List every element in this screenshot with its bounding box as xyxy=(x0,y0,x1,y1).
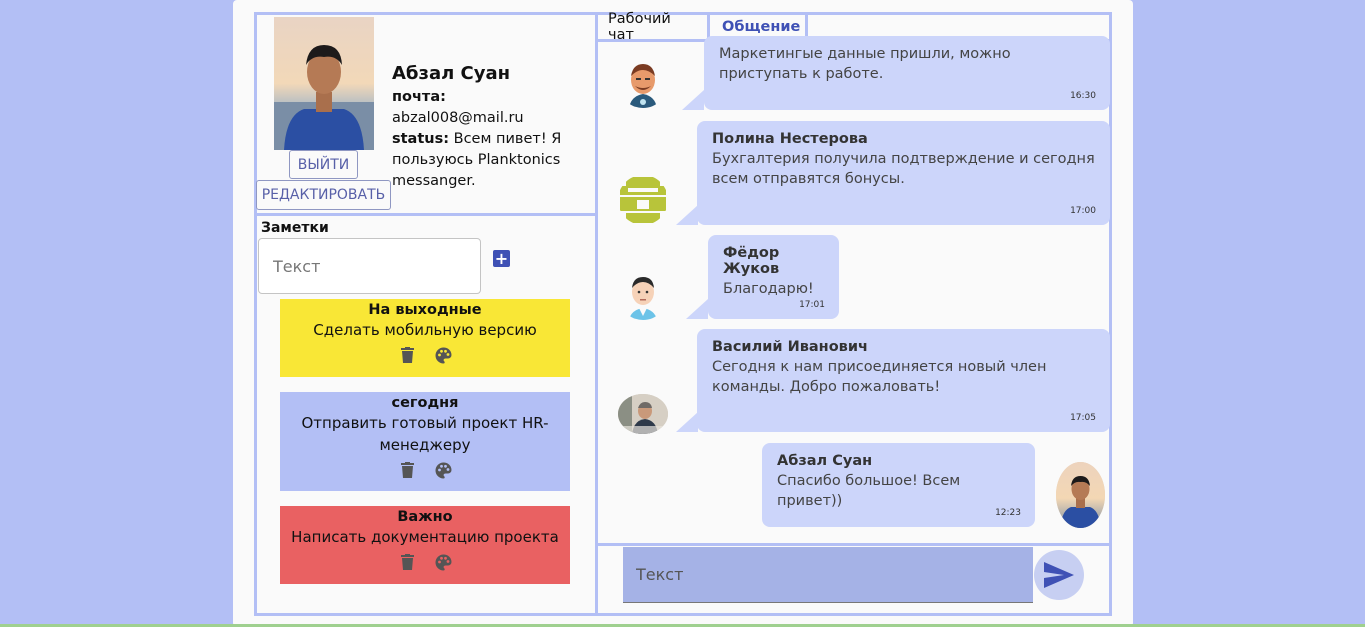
composer-divider xyxy=(598,543,1109,546)
email-label: почта: xyxy=(392,89,446,105)
logout-button[interactable]: ВЫЙТИ xyxy=(289,150,358,179)
palette-icon[interactable] xyxy=(434,553,452,571)
message-text: Бухгалтерия получила подтверждение и сег… xyxy=(712,151,1095,187)
bubble-tail xyxy=(676,412,698,432)
message-time: 16:30 xyxy=(1070,91,1096,101)
message-time: 17:05 xyxy=(1070,413,1096,423)
palette-icon[interactable] xyxy=(434,461,452,479)
avatar xyxy=(618,394,668,434)
notes-title: Заметки xyxy=(261,220,329,236)
bubble-tail xyxy=(686,299,708,319)
note-card: сегодня Отправить готовый проект HR-мене… xyxy=(280,392,570,491)
profile-photo xyxy=(274,17,374,150)
avatar xyxy=(1056,462,1105,528)
note-body: Написать документацию проекта xyxy=(291,528,559,546)
palette-icon[interactable] xyxy=(434,346,452,364)
trash-icon[interactable] xyxy=(398,346,416,364)
message-text: Сегодня к нам присоединяется новый член … xyxy=(712,359,1047,395)
note-title: Важно xyxy=(397,509,453,525)
message-time: 17:01 xyxy=(799,300,825,310)
message-bubble: Фёдор Жуков Благодарю! 17:01 xyxy=(708,235,839,319)
profile-notes-divider xyxy=(254,213,597,216)
message-input[interactable] xyxy=(623,547,1033,603)
bubble-tail xyxy=(682,90,704,110)
message-bubble: Полина Нестерова Бухгалтерия получила по… xyxy=(697,121,1110,225)
message-bubble: Маркетингые данные пришли, можно приступ… xyxy=(704,36,1110,110)
trash-icon[interactable] xyxy=(398,553,416,571)
avatar xyxy=(618,58,668,108)
note-title: На выходные xyxy=(368,302,482,318)
message-text: Спасибо большое! Всем привет)) xyxy=(777,473,961,509)
trash-icon[interactable] xyxy=(398,461,416,479)
note-body: Отправить готовый проект HR-менеджеру xyxy=(301,414,549,454)
note-card: На выходные Сделать мобильную версию xyxy=(280,299,570,377)
send-icon[interactable] xyxy=(1034,550,1084,600)
message-time: 17:00 xyxy=(1070,206,1096,216)
profile-email: abzal008@mail.ru xyxy=(392,110,524,126)
note-body: Сделать мобильную версию xyxy=(313,321,537,339)
status-label: status: xyxy=(392,131,450,147)
message-author: Фёдор Жуков xyxy=(723,245,780,277)
note-input[interactable] xyxy=(258,238,481,294)
note-title: сегодня xyxy=(391,395,459,411)
avatar xyxy=(618,175,668,225)
message-author: Абзал Суан xyxy=(777,453,873,469)
column-divider xyxy=(595,12,598,616)
message-author: Полина Нестерова xyxy=(712,131,868,147)
message-bubble-own: Абзал Суан Спасибо большое! Всем привет)… xyxy=(762,443,1035,527)
message-text: Маркетингые данные пришли, можно приступ… xyxy=(719,46,1011,82)
message-text: Благодарю! xyxy=(723,281,814,297)
plus-icon[interactable]: + xyxy=(493,250,510,267)
edit-profile-button[interactable]: РЕДАКТИРОВАТЬ xyxy=(256,180,391,210)
avatar xyxy=(618,270,668,320)
message-time: 12:23 xyxy=(995,508,1021,518)
profile-name: Абзал Суан xyxy=(392,63,511,84)
bubble-tail xyxy=(676,205,698,225)
message-bubble: Василий Иванович Сегодня к нам присоедин… xyxy=(697,329,1110,432)
note-card: Важно Написать документацию проекта xyxy=(280,506,570,584)
tab-work-chat[interactable]: Рабочий чат xyxy=(598,11,710,43)
profile-info: почта: abzal008@mail.ru status: Всем пив… xyxy=(392,87,582,192)
message-author: Василий Иванович xyxy=(712,339,868,355)
